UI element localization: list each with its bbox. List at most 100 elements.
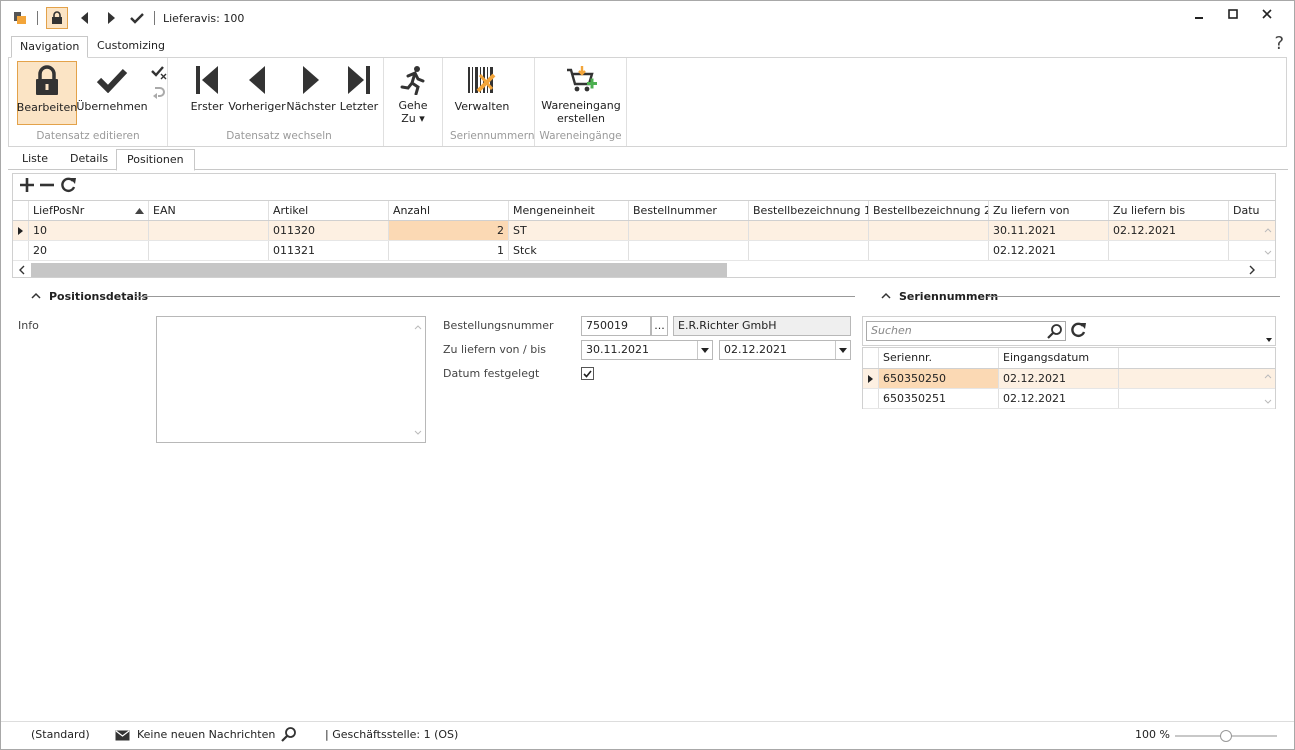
column-header[interactable]: LiefPosNr xyxy=(29,201,149,220)
column-header[interactable]: Eingangsdatum xyxy=(999,348,1119,368)
table-cell[interactable]: 2 xyxy=(389,221,509,240)
naechster-button[interactable]: Nächster xyxy=(286,61,336,125)
check-icon[interactable] xyxy=(128,9,146,27)
tab-liste[interactable]: Liste xyxy=(12,149,58,170)
table-cell[interactable] xyxy=(629,221,749,240)
column-header[interactable]: Zu liefern bis xyxy=(1109,201,1229,220)
close-button[interactable] xyxy=(1250,4,1284,24)
table-cell[interactable]: 10 xyxy=(29,221,149,240)
undo-icon[interactable] xyxy=(151,85,167,101)
table-row[interactable]: 650350250 02.12.2021 xyxy=(863,369,1275,389)
serials-grid-header: Seriennr. Eingangsdatum xyxy=(863,348,1275,369)
uebernehmen-button[interactable]: Übernehmen xyxy=(76,61,148,125)
scroll-arrows-icon[interactable] xyxy=(1263,370,1273,408)
vorheriger-button[interactable]: Vorheriger xyxy=(228,61,286,125)
table-cell[interactable]: 20 xyxy=(29,241,149,260)
scroll-right-icon[interactable] xyxy=(1243,265,1261,275)
wareneingang-button[interactable]: Wareneingang erstellen xyxy=(541,61,621,125)
lock-icon[interactable] xyxy=(46,7,68,29)
table-cell[interactable]: 02.12.2021 xyxy=(999,389,1119,408)
seriennummern-header[interactable]: Seriennummern xyxy=(881,289,998,303)
gehe-zu-button[interactable]: Gehe Zu ▾ xyxy=(394,61,432,125)
table-cell[interactable]: 02.12.2021 xyxy=(1109,221,1229,240)
lock-icon xyxy=(28,62,66,100)
table-cell[interactable]: 650350251 xyxy=(879,389,999,408)
column-header[interactable]: Bestellbezeichnung 2 xyxy=(869,201,989,220)
minimize-button[interactable] xyxy=(1182,4,1216,24)
table-row[interactable]: 10 011320 2 ST 30.11.2021 02.12.2021 xyxy=(13,221,1275,241)
tab-navigation[interactable]: Navigation xyxy=(11,36,89,58)
search-icon[interactable] xyxy=(281,726,297,742)
table-cell[interactable]: 650350250 xyxy=(879,369,999,388)
zoom-slider-thumb[interactable] xyxy=(1220,730,1232,742)
info-textarea[interactable] xyxy=(156,316,426,443)
column-header[interactable]: Mengeneinheit xyxy=(509,201,629,220)
tab-customizing[interactable]: Customizing xyxy=(89,36,173,58)
column-header[interactable]: Bestellbezeichnung 1 xyxy=(749,201,869,220)
table-cell[interactable]: 1 xyxy=(389,241,509,260)
refresh-icon[interactable] xyxy=(59,176,77,197)
bearbeiten-button[interactable]: Bearbeiten xyxy=(17,61,77,125)
bestellnummer-field[interactable]: 750019 xyxy=(581,316,651,336)
table-cell[interactable] xyxy=(1229,241,1249,260)
erster-button[interactable]: Erster xyxy=(187,61,227,125)
date-from-field[interactable]: 30.11.2021 xyxy=(581,340,713,360)
dropdown-arrow-icon[interactable] xyxy=(835,341,850,359)
check-cancel-icon[interactable] xyxy=(151,64,167,80)
vertical-scrollbar[interactable] xyxy=(1261,221,1275,262)
table-cell[interactable] xyxy=(1109,241,1229,260)
maximize-button[interactable] xyxy=(1216,4,1250,24)
table-row[interactable]: 650350251 02.12.2021 xyxy=(863,389,1275,409)
column-header[interactable]: Artikel xyxy=(269,201,389,220)
dropdown-arrow-icon[interactable] xyxy=(697,341,712,359)
table-cell[interactable] xyxy=(749,241,869,260)
table-cell[interactable]: 011321 xyxy=(269,241,389,260)
layout-status[interactable]: (Standard) xyxy=(31,728,90,741)
table-cell[interactable] xyxy=(869,241,989,260)
ribbon-group-receipt: Wareneingang erstellen Wareneingänge xyxy=(535,58,627,146)
dropdown-arrow-icon[interactable] xyxy=(1266,338,1272,342)
search-input[interactable]: Suchen xyxy=(866,321,1066,341)
column-header[interactable]: Seriennr. xyxy=(879,348,999,368)
verwalten-button[interactable]: Verwalten xyxy=(452,61,512,125)
previous-icon[interactable] xyxy=(76,9,94,27)
horizontal-scrollbar[interactable] xyxy=(13,262,1261,278)
browse-button[interactable]: ... xyxy=(651,316,668,336)
next-icon[interactable] xyxy=(102,9,120,27)
zoom-slider[interactable] xyxy=(1175,730,1277,742)
table-cell[interactable] xyxy=(149,221,269,240)
letzter-button[interactable]: Letzter xyxy=(339,61,379,125)
tab-details[interactable]: Details xyxy=(60,149,118,170)
table-cell[interactable] xyxy=(629,241,749,260)
table-row[interactable]: 20 011321 1 Stck 02.12.2021 xyxy=(13,241,1275,261)
help-icon[interactable]: ? xyxy=(1274,33,1284,54)
table-cell[interactable] xyxy=(1229,221,1249,240)
app-icon xyxy=(11,9,29,27)
table-cell[interactable]: 02.12.2021 xyxy=(999,369,1119,388)
datum-festgelegt-checkbox[interactable] xyxy=(581,367,594,380)
positionsdetails-header[interactable]: Positionsdetails xyxy=(31,289,148,303)
column-header[interactable]: Datu xyxy=(1229,201,1261,220)
remove-icon[interactable] xyxy=(39,177,55,196)
column-header[interactable]: EAN xyxy=(149,201,269,220)
table-cell[interactable]: 011320 xyxy=(269,221,389,240)
column-header[interactable]: Bestellnummer xyxy=(629,201,749,220)
table-cell[interactable]: 02.12.2021 xyxy=(989,241,1109,260)
table-cell[interactable]: Stck xyxy=(509,241,629,260)
table-cell[interactable] xyxy=(149,241,269,260)
scroll-left-icon[interactable] xyxy=(13,265,31,275)
table-cell[interactable] xyxy=(749,221,869,240)
table-cell[interactable]: ST xyxy=(509,221,629,240)
date-to-field[interactable]: 02.12.2021 xyxy=(719,340,851,360)
table-cell[interactable] xyxy=(869,221,989,240)
window-title: Lieferavis: 100 xyxy=(163,11,245,25)
table-cell[interactable]: 30.11.2021 xyxy=(989,221,1109,240)
column-header[interactable]: Anzahl xyxy=(389,201,509,220)
add-icon[interactable] xyxy=(19,177,35,196)
messages-status[interactable]: Keine neuen Nachrichten xyxy=(137,728,275,741)
refresh-icon[interactable] xyxy=(1069,321,1087,339)
search-icon[interactable] xyxy=(1047,323,1063,339)
scroll-thumb[interactable] xyxy=(31,263,727,277)
tab-positionen[interactable]: Positionen xyxy=(116,149,195,171)
column-header[interactable]: Zu liefern von xyxy=(989,201,1109,220)
